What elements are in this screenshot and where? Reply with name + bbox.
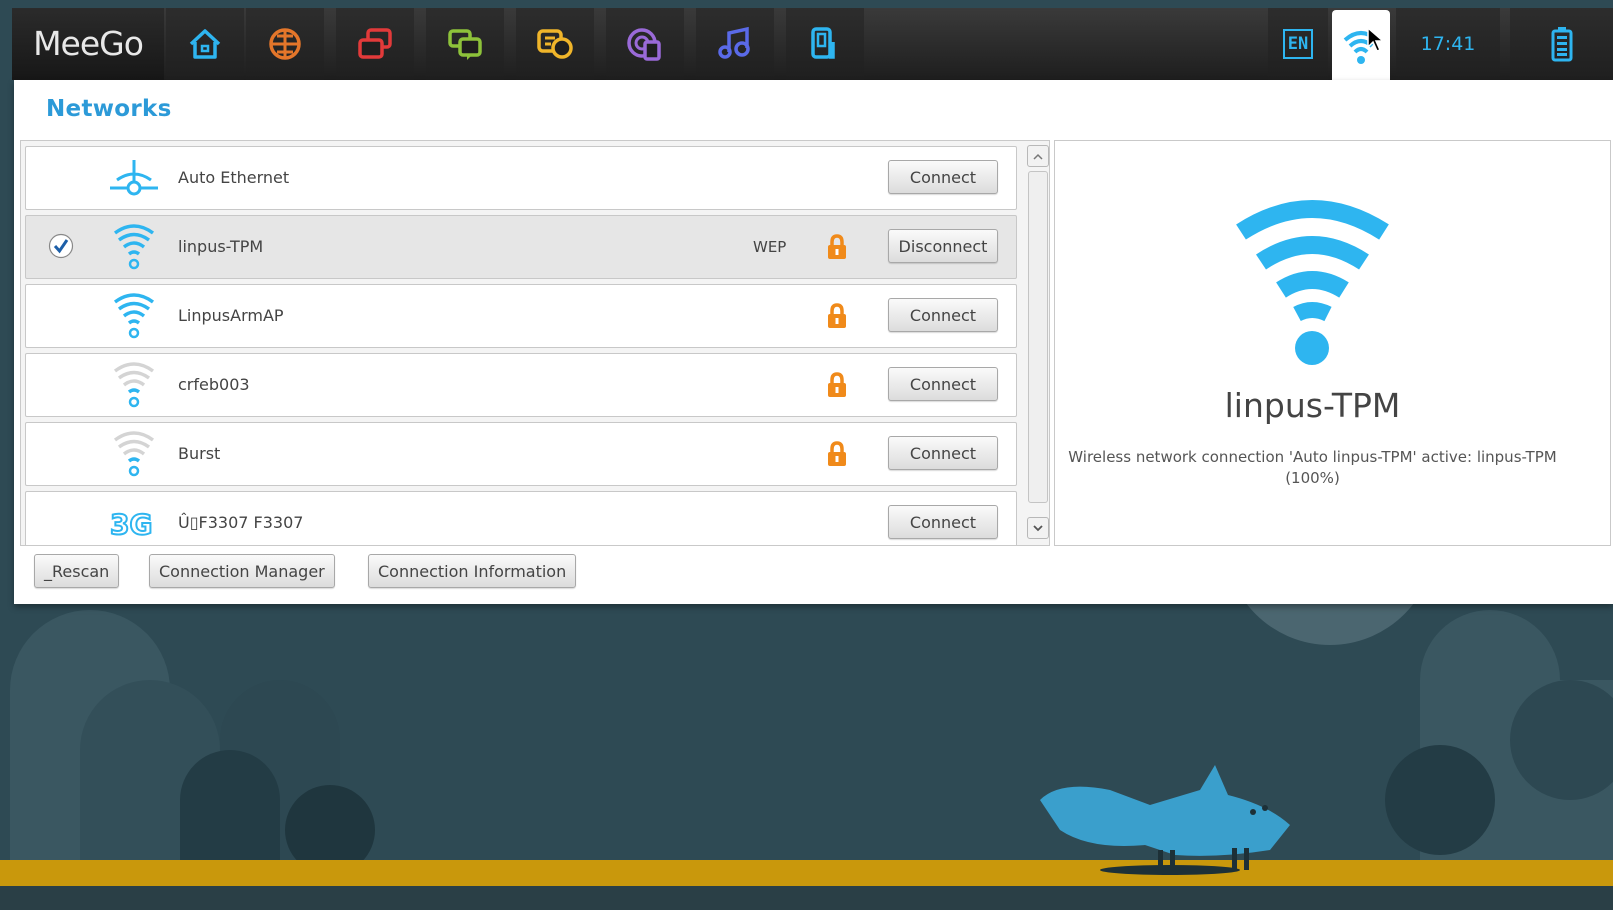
wifi-large-icon bbox=[1236, 200, 1389, 365]
network-name: crfeb003 bbox=[178, 375, 250, 394]
music-icon bbox=[718, 26, 750, 59]
network-row-burst[interactable]: Burst Connect bbox=[25, 422, 1017, 486]
network-row-linpus-tpm[interactable]: linpus-TPM WEP Disconnect bbox=[25, 215, 1017, 279]
lock-icon bbox=[828, 372, 846, 397]
internet-icon bbox=[627, 28, 661, 61]
network-detail-pane: linpus-TPM Wireless network connection '… bbox=[1054, 140, 1611, 546]
scroll-up-button[interactable] bbox=[1027, 145, 1049, 167]
network-list[interactable]: Auto Ethernet Connect linpus-TPM WEP Dis… bbox=[20, 140, 1050, 546]
network-row-linpusarmap[interactable]: LinpusArmAP Connect bbox=[25, 284, 1017, 348]
network-name: Burst bbox=[178, 444, 221, 463]
svg-text:3G: 3G bbox=[110, 508, 152, 540]
wifi-weak-icon bbox=[106, 360, 162, 410]
detail-network-name: linpus-TPM bbox=[1224, 386, 1401, 425]
devices-icon bbox=[811, 27, 835, 59]
meego-logo: MeeGo bbox=[12, 8, 164, 80]
zones-button[interactable] bbox=[336, 8, 414, 80]
panel-title: Networks bbox=[46, 96, 172, 122]
connect-button[interactable]: Connect bbox=[888, 298, 998, 332]
music-button[interactable] bbox=[696, 8, 774, 80]
applications-button[interactable] bbox=[246, 8, 324, 80]
lock-icon bbox=[828, 303, 846, 328]
network-name: linpus-TPM bbox=[178, 237, 264, 256]
zones-icon bbox=[358, 28, 392, 59]
checkmark-icon bbox=[48, 233, 74, 259]
applications-icon bbox=[269, 28, 301, 60]
status-icon bbox=[537, 29, 573, 59]
devices-button[interactable] bbox=[786, 8, 864, 80]
chevron-up-icon bbox=[1033, 153, 1043, 160]
language-indicator[interactable]: EN bbox=[1268, 8, 1328, 80]
internet-button[interactable] bbox=[606, 8, 684, 80]
people-button[interactable] bbox=[426, 8, 504, 80]
ethernet-icon bbox=[106, 153, 162, 203]
connect-button[interactable]: Connect bbox=[888, 436, 998, 470]
disconnect-button[interactable]: Disconnect bbox=[888, 229, 998, 263]
people-icon bbox=[448, 29, 482, 60]
network-name: LinpusArmAP bbox=[178, 306, 284, 325]
rescan-button[interactable]: _Rescan bbox=[34, 554, 120, 588]
lock-icon bbox=[828, 234, 846, 259]
wifi-strong-icon bbox=[106, 222, 162, 272]
battery-button[interactable] bbox=[1510, 8, 1613, 80]
networks-panel: Networks Auto Ethernet Connect linpus-TP… bbox=[14, 80, 1613, 604]
scrollbar-thumb[interactable] bbox=[1028, 171, 1048, 503]
network-row-crfeb003[interactable]: crfeb003 Connect bbox=[25, 353, 1017, 417]
language-label: EN bbox=[1282, 29, 1314, 59]
security-type: WEP bbox=[753, 238, 787, 256]
home-button[interactable] bbox=[166, 8, 244, 80]
connect-button[interactable]: Connect bbox=[888, 505, 998, 539]
lock-icon bbox=[828, 441, 846, 466]
battery-icon bbox=[1551, 27, 1572, 62]
detail-description: Wireless network connection 'Auto linpus… bbox=[1068, 448, 1557, 487]
connect-button[interactable]: Connect bbox=[888, 160, 998, 194]
connection-information-button[interactable]: Connection Information bbox=[368, 554, 577, 588]
mouse-cursor-icon bbox=[1367, 27, 1386, 52]
connection-manager-button[interactable]: Connection Manager bbox=[149, 554, 335, 588]
connect-button[interactable]: Connect bbox=[888, 367, 998, 401]
wifi-strong-icon bbox=[106, 291, 162, 341]
network-row-auto-ethernet[interactable]: Auto Ethernet Connect bbox=[25, 146, 1017, 210]
network-list-scrollbar[interactable] bbox=[1027, 143, 1049, 541]
network-name: Û▯F3307 F3307 bbox=[178, 513, 304, 532]
network-name: Auto Ethernet bbox=[178, 168, 290, 187]
3g-icon: 3G bbox=[106, 498, 162, 545]
scroll-down-button[interactable] bbox=[1027, 517, 1049, 539]
clock[interactable]: 17:41 bbox=[1396, 8, 1500, 80]
network-row-3g[interactable]: 3G Û▯F3307 F3307 Connect bbox=[25, 491, 1017, 545]
wifi-weak-icon bbox=[106, 429, 162, 479]
status-button[interactable] bbox=[516, 8, 594, 80]
chevron-down-icon bbox=[1033, 524, 1043, 531]
home-icon bbox=[189, 29, 221, 59]
